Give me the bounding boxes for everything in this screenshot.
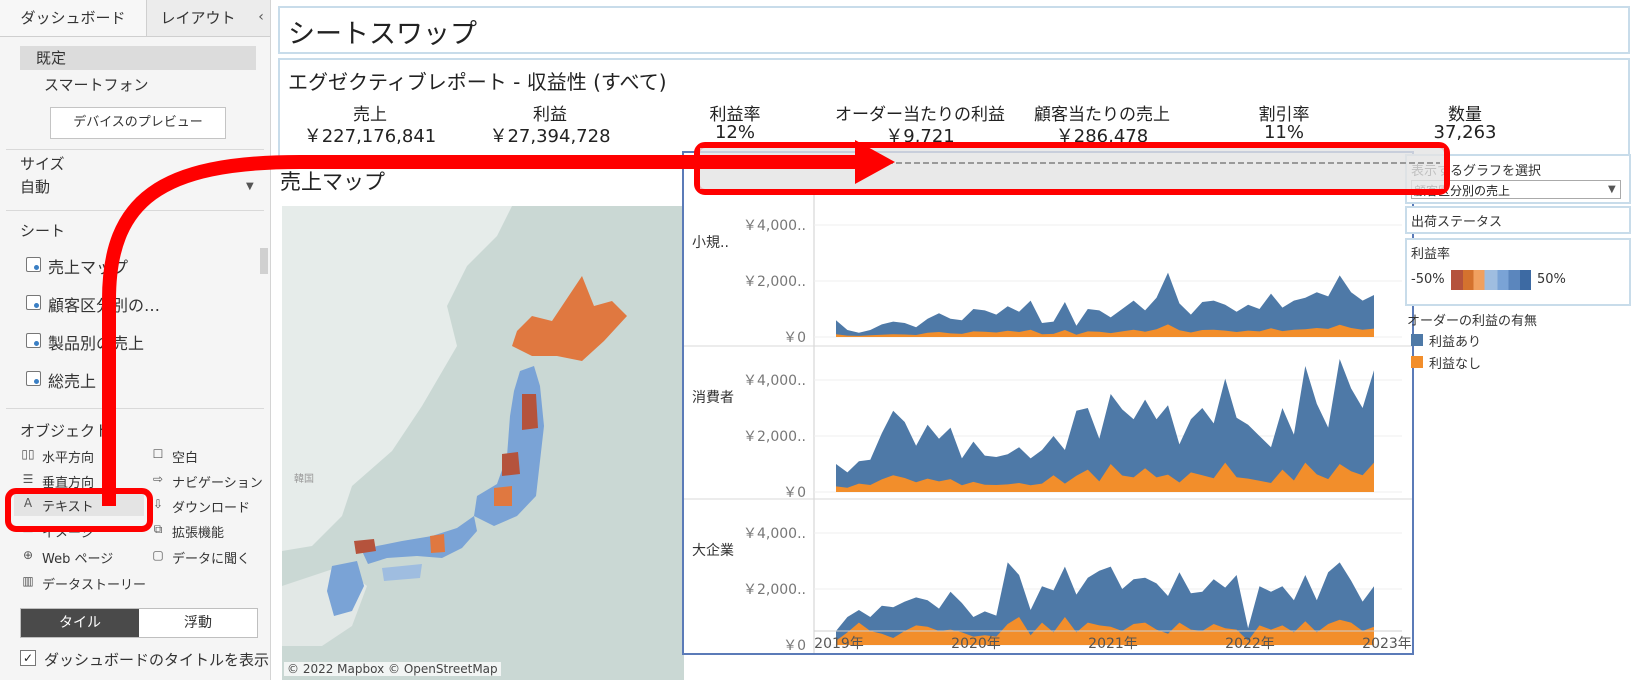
annotation-overlay (5, 140, 1450, 532)
drag-arrow-shaft (102, 155, 870, 506)
highlight-text-object (5, 488, 153, 532)
